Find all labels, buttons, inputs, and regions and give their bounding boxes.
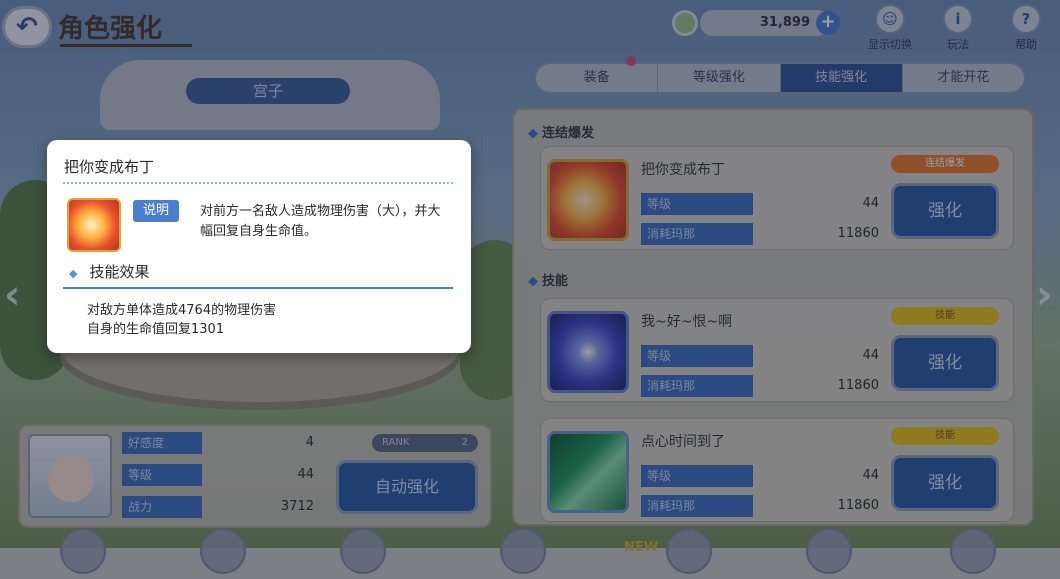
dotted-divider	[63, 182, 453, 184]
diamond-icon: ◆	[69, 267, 78, 280]
skill-detail-popup: 把你变成布丁 说明 对前方一名敌人造成物理伤害（大），并大幅回复自身生命值。 ◆…	[47, 140, 471, 353]
effect-header: ◆ 技能效果	[69, 263, 150, 281]
effect-divider	[63, 287, 453, 289]
fire-sword-skill-icon	[67, 198, 121, 252]
skill-description: 对前方一名敌人造成物理伤害（大），并大幅回复自身生命值。	[200, 204, 441, 239]
effect-line-damage: 对敌方单体造成4764的物理伤害	[87, 303, 277, 318]
effect-details: 对敌方单体造成4764的物理伤害 自身的生命值回复1301	[87, 301, 276, 339]
description-badge: 说明	[133, 200, 179, 222]
effect-line-heal: 自身的生命值回复1301	[87, 322, 225, 337]
popup-title: 把你变成布丁	[64, 158, 155, 176]
